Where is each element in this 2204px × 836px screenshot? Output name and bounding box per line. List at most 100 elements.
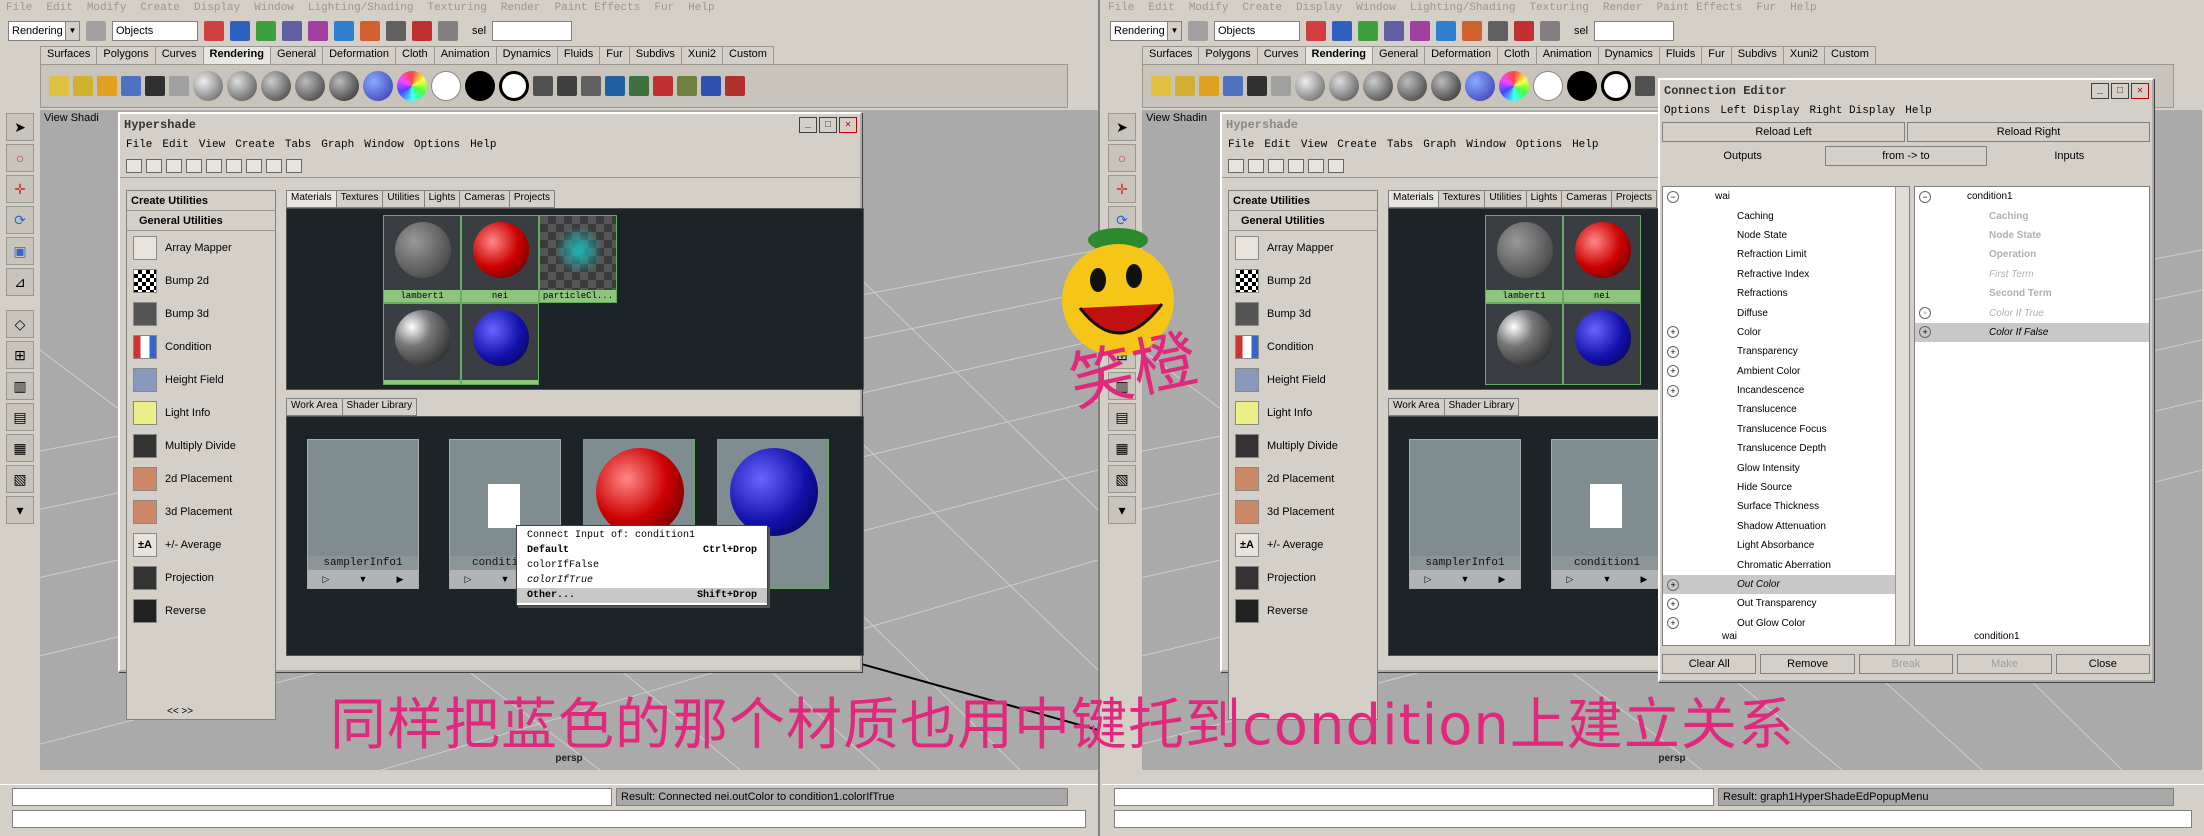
shelf-tab[interactable]: Dynamics [1597,46,1660,64]
material-swatch[interactable] [383,303,461,385]
shelf-tab[interactable]: Xuni2 [1782,46,1826,64]
layered-shader-icon[interactable] [1465,71,1495,101]
blinn-icon[interactable] [1295,71,1325,101]
shelf-tab[interactable]: Polygons [1198,46,1258,64]
stroke-icon[interactable] [725,76,745,96]
hypershade-titlebar[interactable]: Hypershade _ □ ✕ [120,114,860,136]
tab-lights[interactable]: Lights [1525,190,1563,208]
layout-single-icon[interactable]: ◇ [6,310,34,338]
close-icon[interactable]: ✕ [2131,83,2149,99]
rotate-tool-icon[interactable]: ⟳ [6,206,34,234]
menu-file[interactable]: File [6,2,32,14]
snap-curve-icon[interactable] [308,21,328,41]
reload-left-button[interactable]: Reload Left [1662,122,1905,142]
layout-hypershade-icon[interactable]: ▧ [1108,465,1136,493]
menu-fur[interactable]: Fur [654,2,674,14]
quick-select-field[interactable] [492,21,573,41]
expand-icon[interactable]: ▼ [1603,574,1612,584]
utility-item[interactable]: Condition [127,330,275,363]
menu-lighting[interactable]: Lighting/Shading [308,2,414,14]
direction-toggle-button[interactable]: from -> to [1825,146,1987,166]
context-item-color-if-false[interactable]: colorIfFalse [517,558,767,573]
remove-button[interactable]: Remove [1760,654,1855,674]
shelf-tab[interactable]: Fluids [1658,46,1703,64]
use-background-icon[interactable] [465,71,495,101]
menu-render[interactable]: Render [501,2,541,14]
port-right-icon[interactable]: ▶ [397,574,404,585]
hs-menu-item[interactable]: Window [364,139,404,151]
shelf-tab[interactable]: Polygons [96,46,156,64]
show-output-icon[interactable] [266,158,282,173]
tab-materials[interactable]: Materials [1388,190,1439,208]
clear-graph-icon[interactable] [186,158,202,173]
snap-grid-icon[interactable] [1384,21,1404,41]
layout-four-icon[interactable]: ⊞ [6,341,34,369]
tab-cameras[interactable]: Cameras [459,190,510,208]
right-attribute-list[interactable]: − condition1 Caching Node State Operation… [1914,186,2150,646]
tab-textures[interactable]: Textures [1437,190,1486,208]
hypershade-icon[interactable] [169,76,189,96]
hs-menu-item[interactable]: Create [235,139,275,151]
ce-menu-left-display[interactable]: Left Display [1720,105,1799,117]
delete-icon[interactable] [653,76,673,96]
tab-utilities[interactable]: Utilities [1484,190,1527,208]
hs-menu-item[interactable]: Create [1337,139,1377,151]
hs-menu-item[interactable]: Edit [162,139,188,151]
right-root-node[interactable]: − condition1 [1915,187,2149,206]
viewport-menu[interactable]: View Shadi [44,112,99,124]
utility-item[interactable]: Bump 3d [1229,297,1377,330]
shelf-tab[interactable]: Subdivs [628,46,682,64]
attr-row[interactable]: Translucence Focus [1663,420,1909,439]
blinn-icon[interactable] [193,71,223,101]
hs-menu-item[interactable]: File [1228,139,1254,151]
snap-point-icon[interactable] [334,21,354,41]
collapse-icon[interactable]: − [1919,190,1931,203]
clear-graph-icon[interactable] [1288,158,1304,173]
layout-side-icon[interactable]: ▥ [6,372,34,400]
menu-create[interactable]: Create [140,2,180,14]
utility-item[interactable]: Bump 2d [1229,264,1377,297]
attr-row[interactable]: Operation [1915,245,2149,264]
close-icon[interactable]: ✕ [839,117,857,133]
tab-shader-library[interactable]: Shader Library [341,398,418,416]
graph-icon[interactable] [1228,158,1244,173]
utility-item[interactable]: Array Mapper [1229,231,1377,264]
attr-row[interactable]: + Color If True [1915,303,2149,322]
menu-edit[interactable]: Edit [46,2,72,14]
hs-menu-item[interactable]: File [126,139,152,151]
menu-display[interactable]: Display [1296,2,1342,14]
manipulator-icon[interactable]: ⊿ [6,268,34,296]
expand-plus-icon[interactable]: + [1667,578,1679,591]
shelf-tab[interactable]: Curves [154,46,204,64]
render-settings-icon[interactable] [1540,21,1560,41]
select-hierarchy-icon[interactable] [204,21,224,41]
shelf-tab[interactable]: Subdivs [1730,46,1784,64]
attr-row[interactable]: Second Term [1915,284,2149,303]
shelf-tab-active[interactable]: Rendering [202,46,271,64]
attr-row[interactable]: Light Absorbance [1663,536,1909,555]
select-component-icon[interactable] [256,21,276,41]
minimize-icon[interactable]: _ [799,117,817,133]
shelf-tab[interactable]: General [269,46,324,64]
left-attribute-list[interactable]: − wai Caching Node State Refraction Limit… [1662,186,1910,646]
camera-icon[interactable] [1247,76,1267,96]
paint-icon[interactable] [677,76,697,96]
point-light-icon[interactable] [1199,76,1219,96]
attr-row[interactable]: Refractive Index [1663,265,1909,284]
forward-arrow-icon[interactable] [1268,158,1284,173]
tab-materials[interactable]: Materials [286,190,337,208]
menu-help[interactable]: Help [1790,2,1816,14]
tab-cameras[interactable]: Cameras [1561,190,1612,208]
layout-graph-icon[interactable]: ▦ [1108,434,1136,462]
attr-row-selected[interactable]: + Color If False [1915,322,2149,343]
rearrange-icon[interactable] [206,158,222,173]
menu-paint-effects[interactable]: Paint Effects [1657,2,1743,14]
hs-menu-item[interactable]: Help [1572,139,1598,151]
back-arrow-icon[interactable] [146,158,162,173]
move-tool-icon[interactable]: ✛ [1108,175,1136,203]
utility-item[interactable]: Bump 3d [127,297,275,330]
attr-row[interactable]: Refraction Limit [1663,245,1909,264]
left-list-scrollbar[interactable] [1895,187,1909,645]
layout-graph-icon[interactable]: ▦ [6,434,34,462]
menu-paint-effects[interactable]: Paint Effects [555,2,641,14]
